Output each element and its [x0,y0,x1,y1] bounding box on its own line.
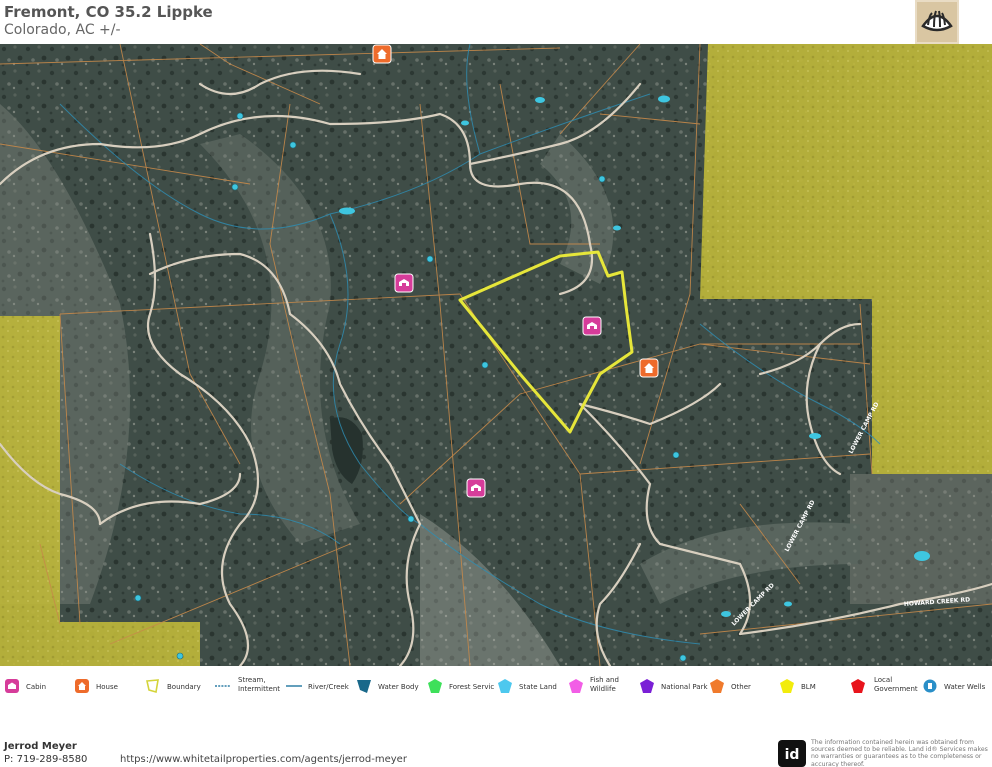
map-canvas[interactable]: LOWER CAMP RD LOWER CAMP RD LOWER CAMP R… [0,44,992,666]
river-creek-icon [286,685,302,687]
legend-label: Other [731,683,751,691]
legend-label: Local Government [874,676,918,693]
land-id-logo-icon: id [778,740,806,767]
id-logo-text: id [785,747,800,763]
legend-label: BLM [801,683,816,691]
legend-label: Fish and Wildlife [590,676,619,693]
other-icon [710,679,724,693]
legend-label: House [96,683,118,691]
forest-service-icon [428,679,442,693]
map-subtitle: Colorado, AC +/- [4,22,121,38]
local-government-icon [851,679,865,693]
aerial-map[interactable]: LOWER CAMP RD LOWER CAMP RD LOWER CAMP R… [0,44,992,666]
legend-label: Stream, Intermittent [238,676,281,693]
legend-label: Forest Servic [449,683,495,691]
disclaimer-text: The information contained herein was obt… [811,739,988,767]
boundary-icon [146,679,159,694]
house-icon [75,679,89,693]
cabin-icon [5,679,19,693]
cabin-marker[interactable] [394,273,414,293]
agent-url-link[interactable]: https://www.whitetailproperties.com/agen… [120,754,407,765]
legend-label: Water Body [378,683,419,691]
whitetail-logo-icon [915,0,959,44]
legend-label: Boundary [167,683,201,691]
stream-intermittent-icon [215,685,231,687]
footer: Jerrod Meyer P: 719-289-8580 https://www… [0,739,992,767]
legend-label: River/Creek [308,683,349,691]
header: Fremont, CO 35.2 Lippke Colorado, AC +/- [0,0,992,44]
legend-label: State Land [519,683,557,691]
house-marker[interactable] [372,44,392,64]
cabin-marker[interactable] [582,316,602,336]
agent-name: Jerrod Meyer [4,741,77,752]
fish-wildlife-icon [569,679,583,693]
cabin-marker[interactable] [466,478,486,498]
state-land-icon [498,679,512,693]
legend-label: Cabin [26,683,47,691]
water-wells-icon [923,679,937,693]
agent-phone[interactable]: P: 719-289-8580 [4,754,87,765]
blm-icon [780,679,794,693]
map-title: Fremont, CO 35.2 Lippke [4,3,213,21]
map-legend: Cabin House Boundary Stream, Intermitten… [0,672,992,704]
house-marker[interactable] [639,358,659,378]
water-body-icon [357,680,371,693]
legend-label: National Park [661,683,708,691]
legend-label: Water Wells [944,683,986,691]
national-park-icon [640,679,654,693]
